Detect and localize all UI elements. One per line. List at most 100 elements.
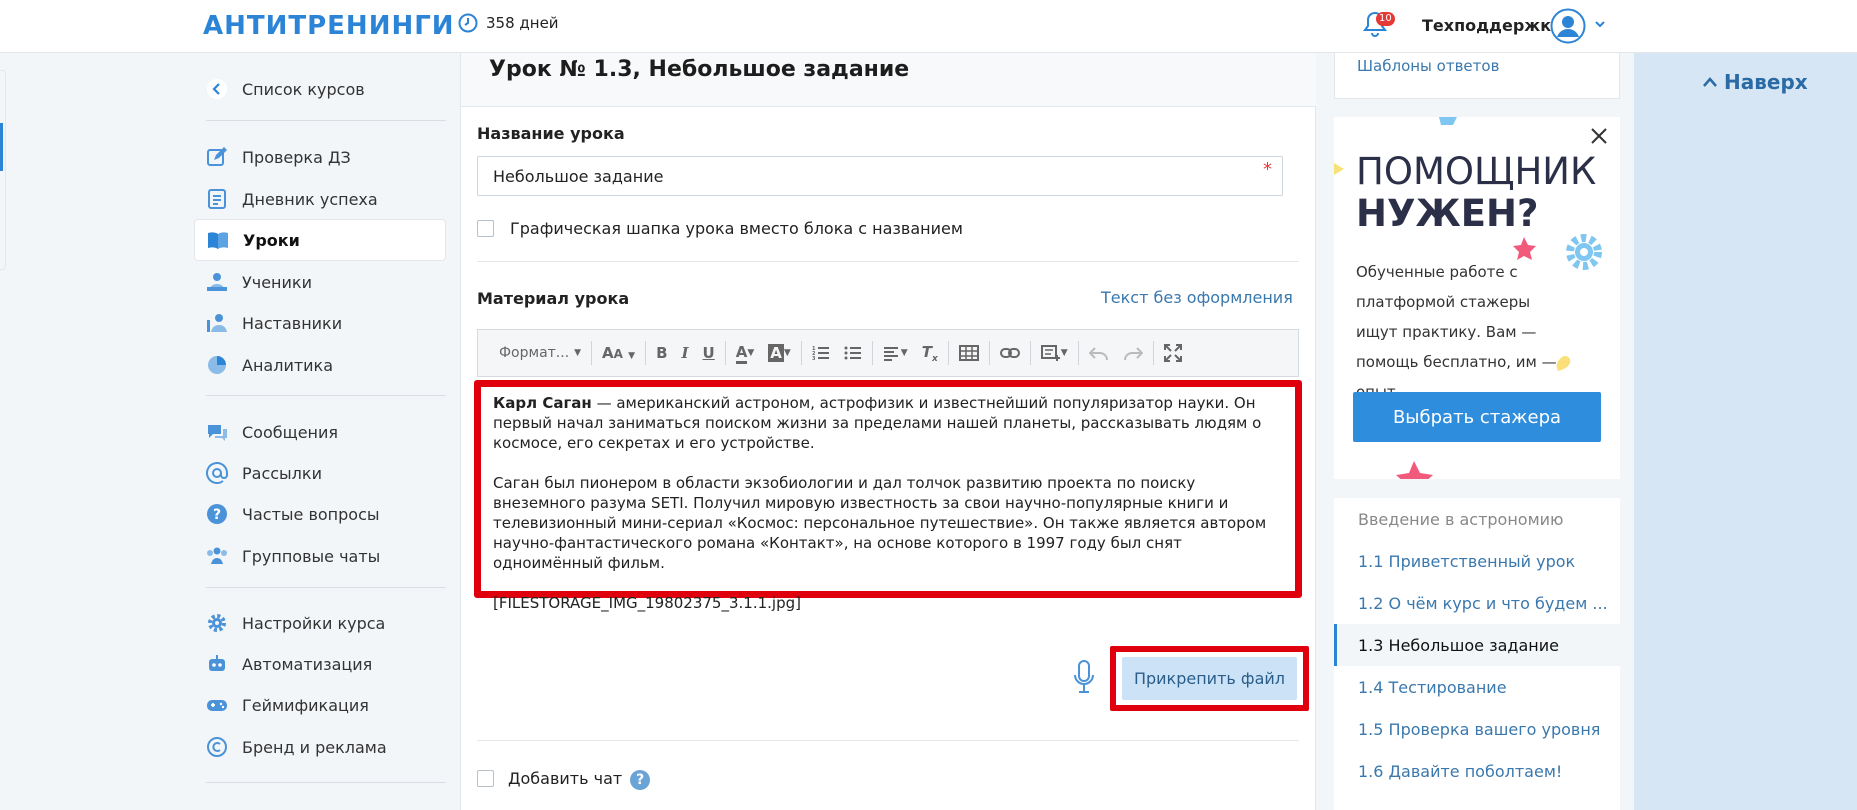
- underline-button[interactable]: U: [696, 338, 722, 368]
- students-icon: [204, 269, 230, 295]
- numbered-list-button[interactable]: 123: [805, 338, 837, 368]
- sidebar-item-messages[interactable]: Сообщения: [194, 411, 446, 453]
- add-chat-checkbox[interactable]: [477, 770, 494, 787]
- question-icon: ?: [204, 501, 230, 527]
- sidebar-item-diary[interactable]: Дневник успеха: [194, 178, 446, 220]
- table-button[interactable]: [952, 338, 986, 368]
- divider: [206, 782, 446, 783]
- sidebar-item-group-chats[interactable]: Групповые чаты: [194, 535, 446, 577]
- sidebar-item-homework[interactable]: Проверка ДЗ: [194, 136, 446, 178]
- notifications-button[interactable]: 10: [1362, 10, 1395, 42]
- avatar[interactable]: [1550, 8, 1586, 44]
- copyright-icon: [204, 734, 230, 760]
- attach-file-button[interactable]: Прикрепить файл: [1122, 657, 1297, 700]
- lesson-list-item[interactable]: 1.2 О чём курс и что будем ...: [1334, 582, 1620, 624]
- scroll-top-panel: [1634, 53, 1857, 810]
- graphic-header-checkbox[interactable]: [477, 220, 494, 237]
- text-color-button[interactable]: A ▼: [729, 338, 762, 368]
- align-button[interactable]: ▼: [876, 338, 915, 368]
- sidebar-item-gamification[interactable]: Геймификация: [194, 684, 446, 726]
- text-color-icon: A: [735, 343, 748, 364]
- toolbar-divider: [1077, 341, 1079, 365]
- fullscreen-button[interactable]: [1157, 338, 1189, 368]
- numbered-list-icon: 123: [812, 346, 829, 361]
- add-chat-row[interactable]: Добавить чат?: [508, 769, 651, 790]
- table-icon: [958, 345, 979, 361]
- format-label: Формат...: [499, 345, 570, 361]
- chevron-down-icon[interactable]: [1594, 18, 1606, 30]
- link-button[interactable]: [993, 338, 1027, 368]
- mentors-icon: [204, 310, 230, 336]
- font-size-button[interactable]: AA ▼: [595, 338, 642, 368]
- insert-media-button[interactable]: ▼: [1034, 338, 1075, 368]
- background-color-button[interactable]: A ▼: [761, 338, 798, 368]
- help-icon[interactable]: ?: [630, 769, 651, 790]
- close-icon[interactable]: [1590, 127, 1608, 145]
- toolbar-divider: [947, 341, 949, 365]
- choose-intern-button[interactable]: Выбрать стажера: [1353, 392, 1601, 442]
- collapsed-panel[interactable]: [0, 70, 6, 270]
- editor-image-placeholder: [FILESTORAGE_IMG_19802375_3.1.1.jpg]: [493, 594, 801, 612]
- sidebar-item-courses[interactable]: Список курсов: [194, 68, 446, 110]
- lesson-list-item[interactable]: 1.1 Приветственный урок: [1334, 540, 1620, 582]
- lesson-list-item-current[interactable]: 1.3 Небольшое задание: [1334, 624, 1620, 666]
- toolbar-divider: [1152, 341, 1154, 365]
- lesson-list-item[interactable]: 1.6 Давайте поболтаем!: [1334, 750, 1620, 792]
- sidebar-item-label: Сообщения: [242, 422, 339, 442]
- lesson-list-item[interactable]: 1.4 Тестирование: [1334, 666, 1620, 708]
- svg-text:3: 3: [812, 356, 816, 361]
- divider: [477, 261, 1299, 262]
- bullet-list-icon: [844, 346, 861, 360]
- bold-button[interactable]: B: [649, 338, 674, 368]
- clear-format-button[interactable]: Tx: [915, 338, 945, 368]
- chevron-up-icon: [1703, 77, 1717, 87]
- gear-icon: [204, 610, 230, 636]
- top-bar: АНТИТРЕНИНГИ 358 дней 10 Техподдержка: [0, 0, 1857, 53]
- divider: [206, 120, 446, 121]
- italic-button[interactable]: I: [675, 338, 696, 368]
- microphone-icon[interactable]: [1072, 659, 1096, 695]
- sidebar-item-mailings[interactable]: Рассылки: [194, 452, 446, 494]
- lesson-name-label: Название урока: [477, 124, 625, 143]
- plain-text-link[interactable]: Текст без оформления: [1101, 288, 1293, 307]
- clear-format-icon: Tx: [921, 342, 938, 364]
- sidebar-item-mentors[interactable]: Наставники: [194, 302, 446, 344]
- page-title: Урок № 1.3, Небольшое задание: [489, 57, 910, 82]
- book-icon: [205, 227, 231, 253]
- toolbar-divider: [871, 341, 873, 365]
- logo[interactable]: АНТИТРЕНИНГИ: [203, 11, 455, 41]
- redo-button[interactable]: [1116, 338, 1150, 368]
- scroll-to-top-button[interactable]: Наверх: [1702, 70, 1808, 94]
- bullet-list-button[interactable]: [837, 338, 869, 368]
- diary-icon: [204, 186, 230, 212]
- redo-icon: [1123, 347, 1143, 360]
- sidebar-item-analytics[interactable]: Аналитика: [194, 344, 446, 386]
- lesson-list-item[interactable]: 1.5 Проверка вашего уровня: [1334, 708, 1620, 750]
- clock-icon: [458, 13, 478, 33]
- sidebar-item-label: Настройки курса: [242, 613, 386, 633]
- sidebar-item-automation[interactable]: Автоматизация: [194, 643, 446, 685]
- sidebar-item-lessons[interactable]: Уроки: [194, 219, 446, 261]
- sidebar-item-faq[interactable]: ? Частые вопросы: [194, 493, 446, 535]
- required-mark: *: [1263, 159, 1272, 180]
- support-link[interactable]: Техподдержка: [1422, 16, 1562, 35]
- align-left-icon: [883, 347, 898, 361]
- sidebar-item-students[interactable]: Ученики: [194, 261, 446, 303]
- right-column: Шаблоны ответов ПОМОЩНИК НУЖЕН? Обученны…: [1316, 53, 1634, 810]
- undo-button[interactable]: [1082, 338, 1116, 368]
- promo-text: Обученные работе с платформой стажеры ищ…: [1356, 263, 1557, 401]
- toolbar-divider: [1029, 341, 1031, 365]
- format-dropdown[interactable]: Формат... ▼: [492, 338, 588, 368]
- pie-chart-icon: [204, 352, 230, 378]
- lesson-name-input[interactable]: Небольшое задание *: [477, 156, 1283, 196]
- promo-headline: ПОМОЩНИК НУЖЕН?: [1356, 151, 1596, 235]
- sidebar-item-brand[interactable]: Бренд и реклама: [194, 726, 446, 768]
- sidebar-item-course-settings[interactable]: Настройки курса: [194, 602, 446, 644]
- graphic-header-label[interactable]: Графическая шапка урока вместо блока с н…: [510, 219, 963, 238]
- sidebar-item-label: Проверка ДЗ: [242, 147, 351, 167]
- material-label: Материал урока: [477, 289, 630, 308]
- caret-down-icon: ▼: [574, 348, 581, 358]
- lesson-content-editor[interactable]: Карл Саган — американский астроном, астр…: [474, 380, 1302, 612]
- answer-templates-link[interactable]: Шаблоны ответов: [1357, 57, 1499, 75]
- editor-bold-text: Карл Саган: [493, 394, 592, 412]
